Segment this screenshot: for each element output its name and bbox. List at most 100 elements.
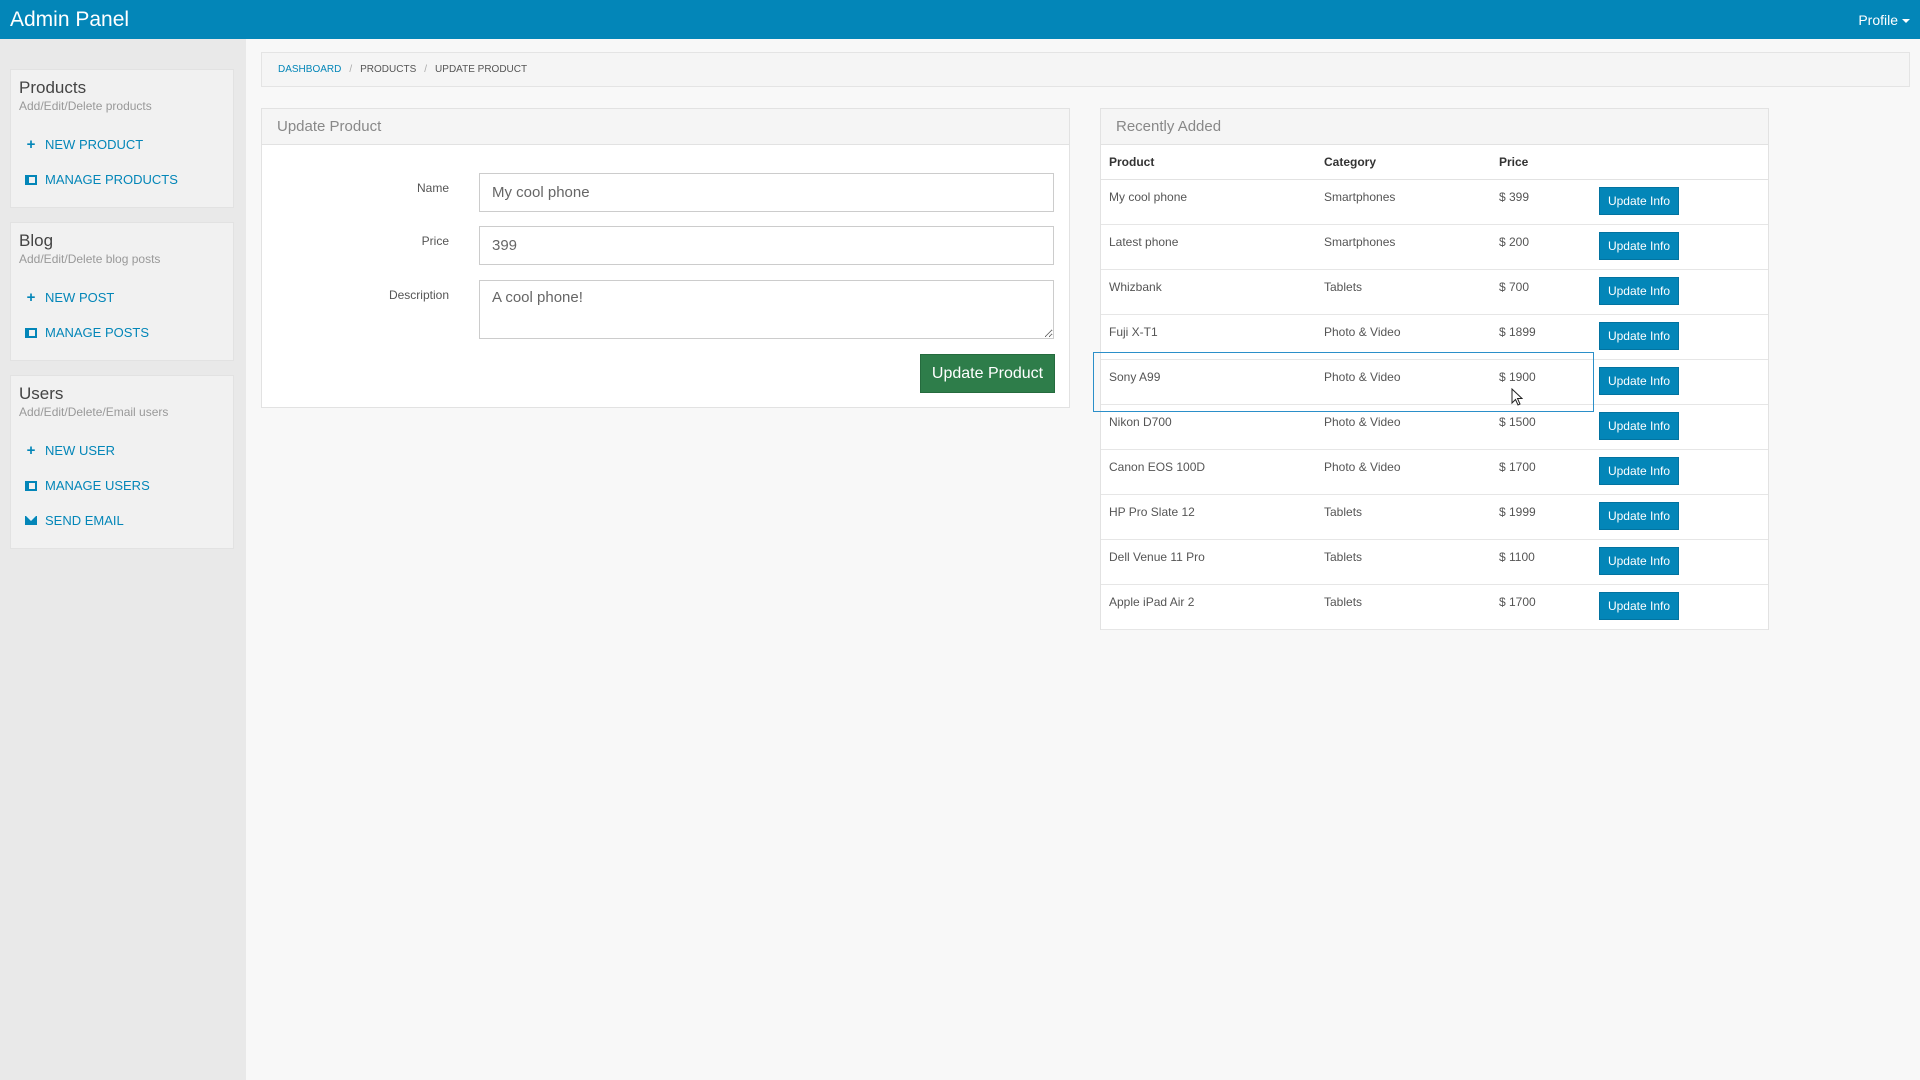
update-info-button[interactable]: Update Info: [1599, 546, 1679, 575]
sidebar-link-label: MANAGE POSTS: [45, 325, 150, 340]
table-row[interactable]: Apple iPad Air 2 Tablets $ 1700 Update Info: [1101, 584, 1768, 630]
description-textarea[interactable]: A cool phone!: [479, 280, 1054, 339]
breadcrumb-products[interactable]: PRODUCTS: [360, 64, 416, 75]
cell-price: $ 1500: [1491, 404, 1591, 450]
update-product-button[interactable]: Update Product: [920, 354, 1055, 393]
sidebar-group-title: Blog: [19, 231, 54, 250]
cell-price: $ 1700: [1491, 449, 1591, 495]
sidebar: Products Add/Edit/Delete products + NEW …: [0, 39, 246, 1080]
panel-title: Update Product: [262, 109, 1069, 145]
cell-product: HP Pro Slate 12: [1101, 494, 1316, 540]
list-icon: [25, 174, 37, 185]
list-icon: [25, 480, 37, 491]
mouse-cursor-icon: [1511, 388, 1523, 406]
cell-price: $ 1899: [1491, 314, 1591, 360]
cell-action: Update Info: [1591, 314, 1768, 360]
profile-label: Profile: [1858, 11, 1898, 28]
column-header-product: Product: [1101, 145, 1316, 180]
table-row[interactable]: HP Pro Slate 12 Tablets $ 1999 Update Info: [1101, 494, 1768, 540]
sidebar-link-label: MANAGE USERS: [45, 478, 150, 493]
sidebar-link-manage-users[interactable]: MANAGE USERS: [11, 468, 233, 503]
column-header-category: Category: [1316, 145, 1491, 180]
update-info-button[interactable]: Update Info: [1599, 186, 1679, 215]
update-info-button[interactable]: Update Info: [1599, 591, 1679, 620]
cell-action: Update Info: [1591, 404, 1768, 450]
cell-action: Update Info: [1591, 359, 1768, 405]
cell-action: Update Info: [1591, 494, 1768, 540]
sidebar-link-label: NEW USER: [45, 443, 116, 458]
cell-product: Canon EOS 100D: [1101, 449, 1316, 495]
cell-category: Photo & Video: [1316, 359, 1491, 405]
cell-action: Update Info: [1591, 179, 1768, 225]
cell-category: Tablets: [1316, 269, 1491, 315]
cell-price: $ 700: [1491, 269, 1591, 315]
cell-action: Update Info: [1591, 584, 1768, 630]
profile-menu[interactable]: Profile: [1858, 12, 1910, 28]
top-navbar: Admin Panel Profile: [0, 0, 1920, 39]
sidebar-link-new-post[interactable]: + NEW POST: [11, 280, 233, 315]
table-row[interactable]: Whizbank Tablets $ 700 Update Info: [1101, 269, 1768, 315]
table-row[interactable]: Dell Venue 11 Pro Tablets $ 1100 Update Inf…: [1101, 539, 1768, 585]
cell-category: Photo & Video: [1316, 404, 1491, 450]
sidebar-group-blog: Blog Add/Edit/Delete blog posts + NEW PO…: [10, 222, 234, 361]
table-row[interactable]: Nikon D700 Photo & Video $ 1500 Update Info: [1101, 404, 1768, 450]
cell-category: Tablets: [1316, 584, 1491, 630]
cell-action: Update Info: [1591, 269, 1768, 315]
cell-product: Fuji X-T1: [1101, 314, 1316, 360]
cell-category: Tablets: [1316, 539, 1491, 585]
cell-product: Nikon D700: [1101, 404, 1316, 450]
sidebar-link-new-product[interactable]: + NEW PRODUCT: [11, 127, 233, 162]
table-row[interactable]: Canon EOS 100D Photo & Video $ 1700 Update …: [1101, 449, 1768, 495]
sidebar-group-products: Products Add/Edit/Delete products + NEW …: [10, 69, 234, 208]
breadcrumb-dashboard[interactable]: DASHBOARD: [278, 64, 341, 75]
sidebar-group-title: Users: [19, 384, 64, 403]
update-info-button[interactable]: Update Info: [1599, 231, 1679, 260]
description-label: Description: [388, 288, 449, 302]
table-row[interactable]: Latest phone Smartphones $ 200 Update Info: [1101, 224, 1768, 270]
cell-product: My cool phone: [1101, 179, 1316, 225]
table-row[interactable]: My cool phone Smartphones $ 399 Update Info: [1101, 179, 1768, 225]
sidebar-link-manage-posts[interactable]: MANAGE POSTS: [11, 315, 233, 350]
sidebar-group-subtitle: Add/Edit/Delete products: [19, 99, 152, 113]
update-info-button[interactable]: Update Info: [1599, 456, 1679, 485]
update-info-button[interactable]: Update Info: [1599, 321, 1679, 350]
cell-category: Smartphones: [1316, 224, 1491, 270]
cell-product: Apple iPad Air 2: [1101, 584, 1316, 630]
cell-category: Tablets: [1316, 494, 1491, 540]
cell-product: Dell Venue 11 Pro: [1101, 539, 1316, 585]
cell-action: Update Info: [1591, 449, 1768, 495]
breadcrumb-update-product: UPDATE PRODUCT: [435, 64, 528, 75]
sidebar-link-label: NEW PRODUCT: [45, 137, 144, 152]
sidebar-link-new-user[interactable]: + NEW USER: [11, 433, 233, 468]
sidebar-group-subtitle: Add/Edit/Delete/Email users: [19, 405, 169, 419]
name-label: Name: [416, 181, 449, 195]
update-info-button[interactable]: Update Info: [1599, 411, 1679, 440]
app-title[interactable]: Admin Panel: [10, 8, 129, 32]
update-info-button[interactable]: Update Info: [1599, 366, 1679, 395]
panel-title: Recently Added: [1101, 109, 1768, 145]
sidebar-link-manage-products[interactable]: MANAGE PRODUCTS: [11, 162, 233, 197]
breadcrumb-separator: /: [424, 64, 428, 75]
cell-price: $ 1900: [1491, 359, 1591, 405]
name-input[interactable]: [479, 173, 1054, 212]
price-label: Price: [421, 234, 449, 248]
cell-price: $ 1999: [1491, 494, 1591, 540]
sidebar-group-title: Products: [19, 78, 87, 97]
plus-icon: +: [26, 136, 36, 153]
breadcrumb: DASHBOARD / PRODUCTS / UPDATE PRODUCT: [261, 52, 1910, 87]
envelope-icon: [25, 516, 37, 525]
cell-product: Whizbank: [1101, 269, 1316, 315]
table-header-row: Product Category Price: [1101, 145, 1768, 180]
table-row[interactable]: Sony A99 Photo & Video $ 1900 Update Info: [1101, 359, 1768, 405]
sidebar-group-users: Users Add/Edit/Delete/Email users + NEW …: [10, 375, 234, 549]
table-row[interactable]: Fuji X-T1 Photo & Video $ 1899 Update Info: [1101, 314, 1768, 360]
cell-price: $ 1100: [1491, 539, 1591, 585]
price-input[interactable]: [479, 226, 1054, 265]
cell-action: Update Info: [1591, 539, 1768, 585]
update-info-button[interactable]: Update Info: [1599, 276, 1679, 305]
cell-product: Latest phone: [1101, 224, 1316, 270]
update-info-button[interactable]: Update Info: [1599, 501, 1679, 530]
cell-category: Smartphones: [1316, 179, 1491, 225]
cell-category: Photo & Video: [1316, 314, 1491, 360]
sidebar-link-send-email[interactable]: SEND EMAIL: [11, 503, 233, 538]
